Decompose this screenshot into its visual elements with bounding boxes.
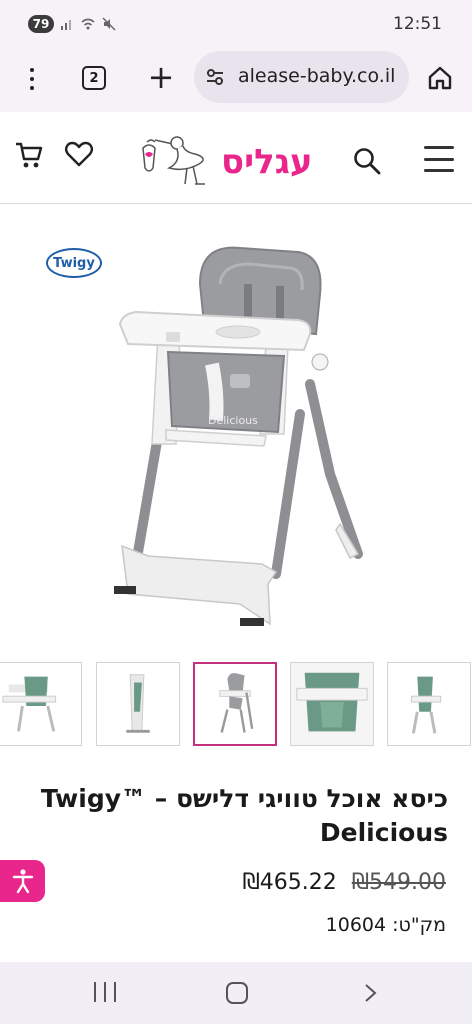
wifi-icon <box>81 18 95 30</box>
product-sku: מק"ט: 10604 <box>325 914 446 936</box>
status-icons <box>60 15 116 33</box>
back-button[interactable] <box>360 982 380 1004</box>
sale-price: ₪465.22 <box>242 870 337 895</box>
recent-apps-button[interactable] <box>94 982 116 1004</box>
price-block: ₪549.00 ₪465.22 <box>0 870 446 895</box>
thumbnail-5[interactable] <box>387 662 471 746</box>
system-home-button[interactable] <box>226 982 248 1004</box>
heart-icon[interactable] <box>64 140 94 168</box>
thumbnail-3-selected[interactable] <box>193 662 277 746</box>
mute-icon <box>102 17 116 31</box>
site-logo[interactable]: עגליס <box>133 128 345 190</box>
thumbnail-1[interactable] <box>0 662 82 746</box>
site-header: עגליס <box>0 112 472 204</box>
stork-icon <box>142 136 205 185</box>
cart-icon[interactable] <box>14 140 44 170</box>
site-settings-icon[interactable] <box>204 66 226 88</box>
thumbnail-4[interactable] <box>290 662 374 746</box>
address-bar[interactable]: alease-baby.co.il <box>194 51 409 103</box>
thumbnail-2[interactable] <box>96 662 180 746</box>
tab-switcher-button[interactable]: 2 <box>82 66 106 90</box>
product-main-image[interactable]: Delicious <box>40 224 430 636</box>
battery-indicator: 79 <box>28 15 54 33</box>
new-tab-button[interactable]: + <box>146 60 176 94</box>
system-nav-bar <box>0 962 472 1024</box>
clock: 12:51 <box>393 14 442 34</box>
logo-text: עגליס <box>221 142 313 182</box>
menu-icon[interactable] <box>424 146 454 172</box>
signal-icon <box>61 20 71 30</box>
product-title: כיסא אוכל טוויגי דלישס – Twigy™ Deliciou… <box>40 784 448 847</box>
url-text: alease-baby.co.il <box>238 65 396 87</box>
browser-menu-icon[interactable] <box>18 64 46 94</box>
home-icon[interactable] <box>426 64 454 92</box>
browser-toolbar: 2 + alease-baby.co.il <box>0 46 472 112</box>
thumbnail-strip <box>0 662 472 748</box>
chair-label: Delicious <box>208 414 258 427</box>
status-bar: 79 12:51 <box>0 0 472 46</box>
search-icon[interactable] <box>352 146 382 176</box>
original-price: ₪549.00 <box>351 870 446 895</box>
